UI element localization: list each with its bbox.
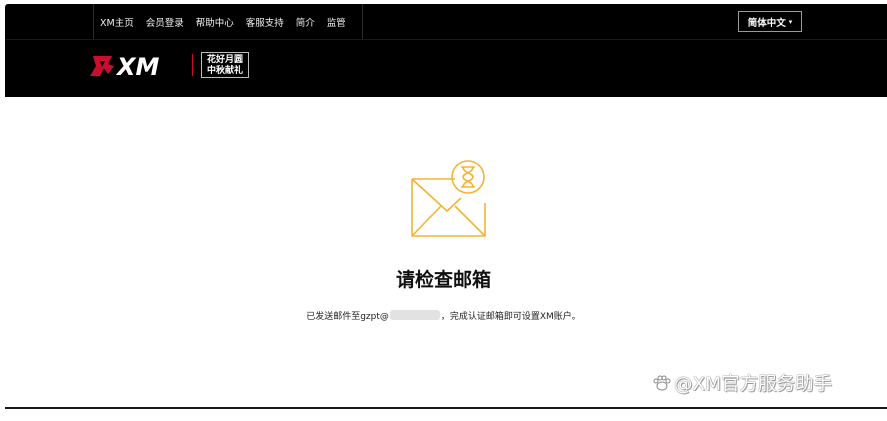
message-suffix: ，完成认证邮箱即可设置XM账户。 bbox=[440, 312, 581, 322]
logo-divider bbox=[192, 54, 193, 76]
nav-link-member-login[interactable]: 会员登录 bbox=[146, 15, 184, 29]
top-nav-links: XM主页 会员登录 帮助中心 客服支持 简介 监管 bbox=[93, 4, 363, 39]
language-selected-label: 简体中文 bbox=[747, 17, 786, 29]
promo-line-1: 花好月圆 bbox=[206, 54, 243, 65]
language-selector[interactable]: 简体中文 ▾ bbox=[738, 11, 802, 32]
nav-link-regulation[interactable]: 监管 bbox=[327, 15, 346, 29]
nav-link-home[interactable]: XM主页 bbox=[100, 15, 134, 29]
bottom-divider bbox=[5, 407, 887, 409]
xm-logo[interactable]: XM bbox=[90, 52, 190, 80]
logo-wordmark: XM bbox=[115, 53, 160, 80]
promo-line-2: 中秋献礼 bbox=[206, 65, 243, 76]
email-sent-message: 已发送邮件至gzpt@ ，完成认证邮箱即可设置XM账户。 bbox=[0, 309, 887, 322]
redacted-email bbox=[389, 310, 440, 320]
message-prefix: 已发送邮件至gzpt@ bbox=[306, 312, 389, 322]
envelope-hourglass-icon bbox=[411, 160, 486, 237]
top-navigation-bar: XM主页 会员登录 帮助中心 客服支持 简介 监管 简体中文 ▾ bbox=[5, 4, 887, 39]
paw-icon bbox=[653, 375, 671, 391]
watermark-text: @XM官方服务助手 bbox=[674, 374, 833, 395]
watermark: @XM官方服务助手 bbox=[652, 370, 832, 396]
nav-link-about[interactable]: 简介 bbox=[296, 15, 315, 29]
email-check-panel: 请检查邮箱 已发送邮件至gzpt@ ，完成认证邮箱即可设置XM账户。 bbox=[0, 97, 887, 408]
nav-link-customer-support[interactable]: 客服支持 bbox=[246, 15, 284, 29]
nav-link-help-center[interactable]: 帮助中心 bbox=[196, 15, 234, 29]
chevron-down-icon: ▾ bbox=[788, 17, 793, 26]
page-title: 请检查邮箱 bbox=[395, 269, 491, 291]
brand-header: XM 花好月圆 中秋献礼 bbox=[5, 39, 887, 97]
mid-autumn-promo-badge: 花好月圆 中秋献礼 bbox=[201, 52, 249, 78]
